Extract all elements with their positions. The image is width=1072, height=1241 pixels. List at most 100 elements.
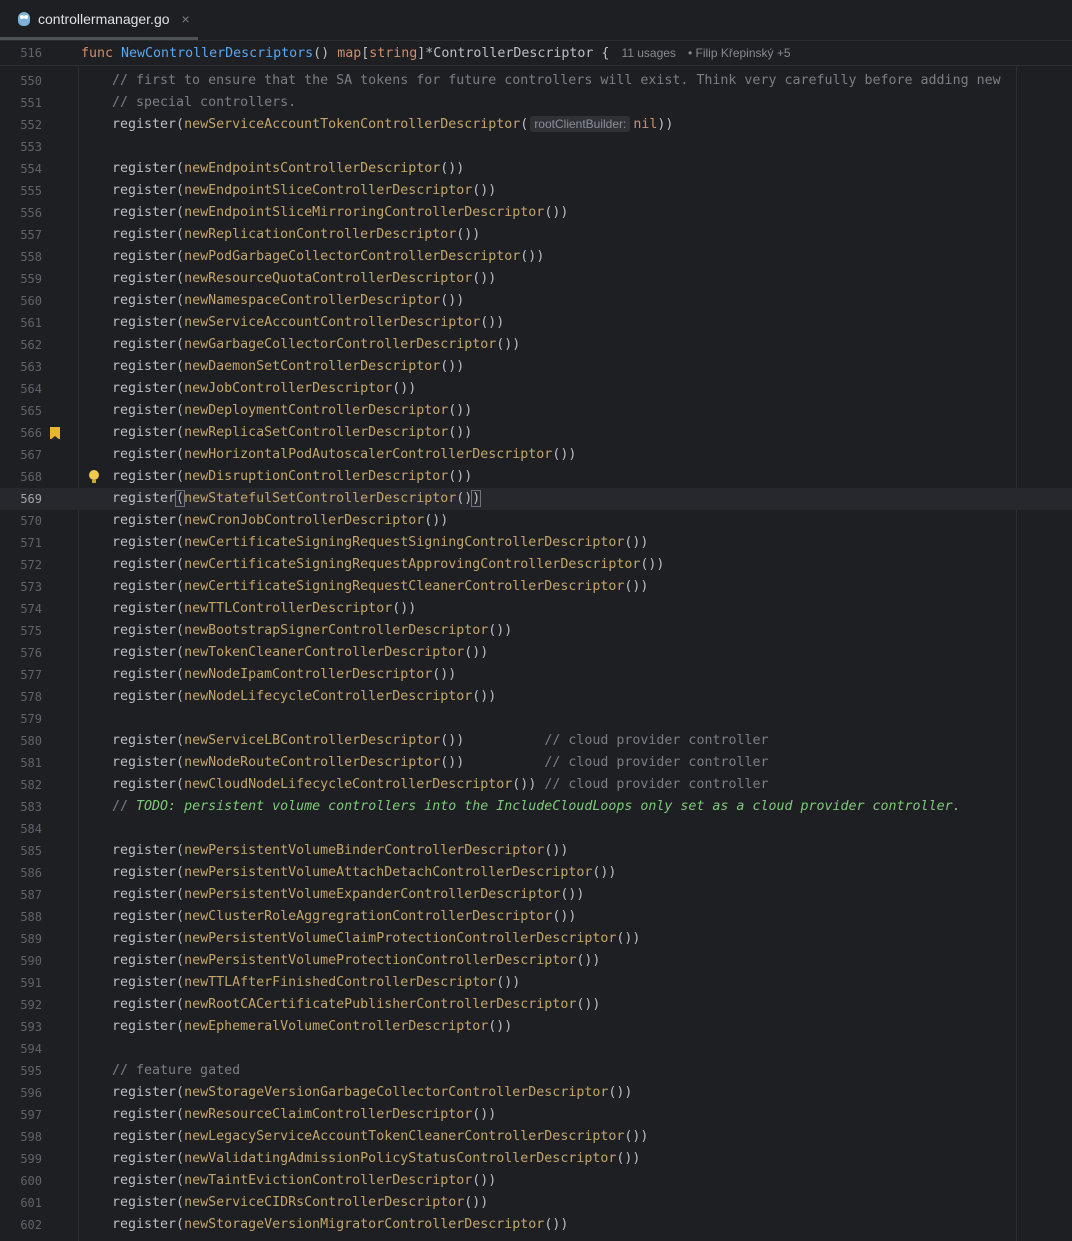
code-line[interactable]: 583 // TODO: persistent volume controller… bbox=[0, 796, 1072, 818]
code-line[interactable]: 564 register(newJobControllerDescriptor()… bbox=[0, 378, 1072, 400]
code-line[interactable]: 563 register(newDaemonSetControllerDescri… bbox=[0, 356, 1072, 378]
code-line[interactable]: 580 register(newServiceLBControllerDescri… bbox=[0, 730, 1072, 752]
code-line[interactable]: 551 // special controllers. bbox=[0, 92, 1072, 114]
bookmark-icon[interactable] bbox=[50, 427, 60, 440]
code-line[interactable]: 592 register(newRootCACertificatePublishe… bbox=[0, 994, 1072, 1016]
line-number[interactable]: 559 bbox=[0, 268, 42, 290]
code-line[interactable]: 601 register(newServiceCIDRsControllerDes… bbox=[0, 1192, 1072, 1214]
code-line[interactable]: 581 register(newNodeRouteControllerDescri… bbox=[0, 752, 1072, 774]
line-number[interactable]: 595 bbox=[0, 1060, 42, 1082]
line-number[interactable]: 583 bbox=[0, 796, 42, 818]
code-line[interactable]: 574 register(newTTLControllerDescriptor()… bbox=[0, 598, 1072, 620]
code-line[interactable]: 587 register(newPersistentVolumeExpanderC… bbox=[0, 884, 1072, 906]
line-number[interactable]: 567 bbox=[0, 444, 42, 466]
line-number[interactable]: 562 bbox=[0, 334, 42, 356]
line-number[interactable]: 555 bbox=[0, 180, 42, 202]
code-line[interactable]: 575 register(newBootstrapSignerController… bbox=[0, 620, 1072, 642]
code-line[interactable]: 599 register(newValidatingAdmissionPolicy… bbox=[0, 1148, 1072, 1170]
code-line[interactable]: 558 register(newPodGarbageCollectorContro… bbox=[0, 246, 1072, 268]
code-line[interactable]: 571 register(newCertificateSigningRequest… bbox=[0, 532, 1072, 554]
line-number[interactable]: 556 bbox=[0, 202, 42, 224]
code-line[interactable]: 567 register(newHorizontalPodAutoscalerCo… bbox=[0, 444, 1072, 466]
line-number[interactable]: 565 bbox=[0, 400, 42, 422]
code-line[interactable]: 582 register(newCloudNodeLifecycleControl… bbox=[0, 774, 1072, 796]
code-line[interactable]: 573 register(newCertificateSigningRequest… bbox=[0, 576, 1072, 598]
code-line[interactable]: 600 register(newTaintEvictionControllerDe… bbox=[0, 1170, 1072, 1192]
line-number[interactable]: 590 bbox=[0, 950, 42, 972]
line-number[interactable]: 554 bbox=[0, 158, 42, 180]
line-number[interactable]: 564 bbox=[0, 378, 42, 400]
code-line[interactable]: 589 register(newPersistentVolumeClaimProt… bbox=[0, 928, 1072, 950]
code-line[interactable]: 565 register(newDeploymentControllerDescr… bbox=[0, 400, 1072, 422]
line-number[interactable]: 601 bbox=[0, 1192, 42, 1214]
tab-controllermanager-go[interactable]: controllermanager.go × bbox=[0, 0, 198, 40]
code-line[interactable]: 556 register(newEndpointSliceMirroringCon… bbox=[0, 202, 1072, 224]
line-number[interactable]: 585 bbox=[0, 840, 42, 862]
line-number[interactable]: 589 bbox=[0, 928, 42, 950]
line-number[interactable]: 577 bbox=[0, 664, 42, 686]
code-line[interactable]: 568 register(newDisruptionControllerDescr… bbox=[0, 466, 1072, 488]
code-line[interactable]: 588 register(newClusterRoleAggregrationCo… bbox=[0, 906, 1072, 928]
line-number[interactable]: 566 bbox=[0, 422, 42, 444]
code-line[interactable]: 595 // feature gated bbox=[0, 1060, 1072, 1082]
code-line[interactable]: 585 register(newPersistentVolumeBinderCon… bbox=[0, 840, 1072, 862]
line-number[interactable]: 550 bbox=[0, 70, 42, 92]
line-number[interactable]: 574 bbox=[0, 598, 42, 620]
code-line[interactable]: 554 register(newEndpointsControllerDescri… bbox=[0, 158, 1072, 180]
line-number[interactable]: 561 bbox=[0, 312, 42, 334]
line-number[interactable]: 560 bbox=[0, 290, 42, 312]
code-line[interactable]: 553 bbox=[0, 136, 1072, 158]
close-icon[interactable]: × bbox=[182, 11, 190, 27]
line-number[interactable]: 578 bbox=[0, 686, 42, 708]
code-line[interactable]: 569 register(newStatefulSetControllerDesc… bbox=[0, 488, 1072, 510]
line-number[interactable]: 584 bbox=[0, 818, 42, 840]
line-number[interactable]: 575 bbox=[0, 620, 42, 642]
code-line[interactable]: 598 register(newLegacyServiceAccountToken… bbox=[0, 1126, 1072, 1148]
code-line[interactable]: 578 register(newNodeLifecycleControllerDe… bbox=[0, 686, 1072, 708]
line-number[interactable]: 571 bbox=[0, 532, 42, 554]
line-number[interactable]: 594 bbox=[0, 1038, 42, 1060]
code-line[interactable]: 579 bbox=[0, 708, 1072, 730]
line-number[interactable]: 588 bbox=[0, 906, 42, 928]
usages-link[interactable]: 11 usages bbox=[621, 46, 676, 60]
code-line[interactable]: 555 register(newEndpointSliceControllerDe… bbox=[0, 180, 1072, 202]
line-number[interactable]: 600 bbox=[0, 1170, 42, 1192]
code-line[interactable]: 557 register(newReplicationControllerDesc… bbox=[0, 224, 1072, 246]
line-number[interactable]: 593 bbox=[0, 1016, 42, 1038]
code-line[interactable]: 559 register(newResourceQuotaControllerDe… bbox=[0, 268, 1072, 290]
line-number[interactable]: 597 bbox=[0, 1104, 42, 1126]
code-line[interactable]: 591 register(newTTLAfterFinishedControlle… bbox=[0, 972, 1072, 994]
code-line[interactable]: 586 register(newPersistentVolumeAttachDet… bbox=[0, 862, 1072, 884]
code-line[interactable]: 594 bbox=[0, 1038, 1072, 1060]
code-line[interactable]: 562 register(newGarbageCollectorControlle… bbox=[0, 334, 1072, 356]
line-number[interactable]: 596 bbox=[0, 1082, 42, 1104]
code-line[interactable]: 552 register(newServiceAccountTokenContro… bbox=[0, 114, 1072, 136]
line-number[interactable]: 587 bbox=[0, 884, 42, 906]
code-line[interactable]: 576 register(newTokenCleanerControllerDes… bbox=[0, 642, 1072, 664]
code-line[interactable]: 566 register(newReplicaSetControllerDescr… bbox=[0, 422, 1072, 444]
code-line[interactable]: 593 register(newEphemeralVolumeController… bbox=[0, 1016, 1072, 1038]
line-number[interactable]: 572 bbox=[0, 554, 42, 576]
code-editor[interactable]: 516 func NewControllerDescriptors() map[… bbox=[0, 41, 1072, 1241]
line-number[interactable]: 598 bbox=[0, 1126, 42, 1148]
line-number[interactable]: 602 bbox=[0, 1214, 42, 1236]
line-number[interactable]: 563 bbox=[0, 356, 42, 378]
code-line[interactable]: 560 register(newNamespaceControllerDescri… bbox=[0, 290, 1072, 312]
line-number[interactable]: 576 bbox=[0, 642, 42, 664]
line-number[interactable]: 552 bbox=[0, 114, 42, 136]
lightbulb-icon[interactable] bbox=[89, 470, 99, 484]
code-line[interactable]: 572 register(newCertificateSigningRequest… bbox=[0, 554, 1072, 576]
code-line[interactable]: 577 register(newNodeIpamControllerDescrip… bbox=[0, 664, 1072, 686]
code-line[interactable]: 602 register(newStorageVersionMigratorCon… bbox=[0, 1214, 1072, 1236]
sticky-function-header[interactable]: 516 func NewControllerDescriptors() map[… bbox=[0, 41, 1072, 66]
code-line[interactable]: 561 register(newServiceAccountControllerD… bbox=[0, 312, 1072, 334]
code-line[interactable]: 550 // first to ensure that the SA tokens… bbox=[0, 70, 1072, 92]
line-number[interactable]: 551 bbox=[0, 92, 42, 114]
line-number[interactable]: 553 bbox=[0, 136, 42, 158]
line-number[interactable]: 580 bbox=[0, 730, 42, 752]
line-number[interactable]: 570 bbox=[0, 510, 42, 532]
line-number[interactable]: 557 bbox=[0, 224, 42, 246]
line-number[interactable]: 586 bbox=[0, 862, 42, 884]
line-number[interactable]: 573 bbox=[0, 576, 42, 598]
line-number[interactable]: 581 bbox=[0, 752, 42, 774]
